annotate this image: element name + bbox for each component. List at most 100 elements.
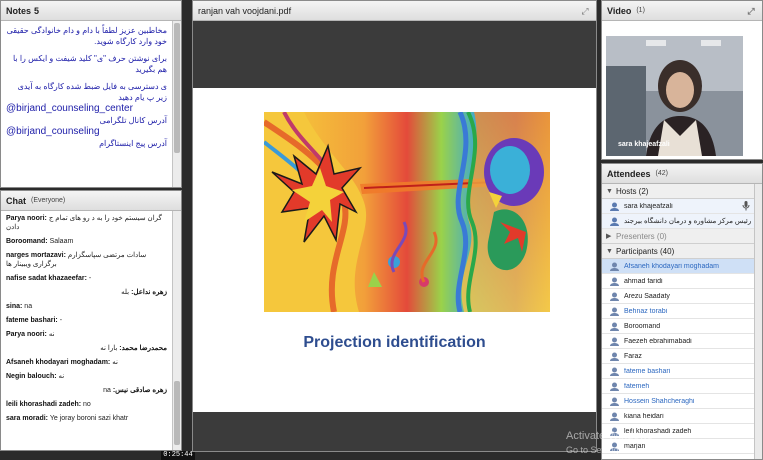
chat-sender: sina: <box>6 303 23 310</box>
participant-name: kiana heidari <box>624 412 664 420</box>
video-area: sara khajeafzali <box>602 22 762 159</box>
chat-sender: محمدرضا محمد: <box>119 345 167 352</box>
user-icon <box>610 307 619 316</box>
user-icon <box>610 337 619 346</box>
notes-scrollbar[interactable] <box>172 21 181 187</box>
participant-row[interactable]: Boroomand <box>602 319 754 334</box>
share-pod: ranjan vah voojdani.pdf ⤢ Projection ide… <box>192 0 597 452</box>
chat-sender: Parya noori: <box>6 215 47 222</box>
notes-line-3: ی دسترسی به فایل ضبط شده کارگاه به آیدی … <box>17 82 167 102</box>
chat-sender: Afsaneh khodayari moghadam: <box>6 359 111 366</box>
chat-text: بله <box>121 289 130 296</box>
chat-message: leili khorashadi zadeh: no <box>6 400 167 409</box>
host-row[interactable]: sara khajeafzali <box>602 199 754 214</box>
chat-message: fateme bashari: - <box>6 316 167 325</box>
user-icon <box>610 202 619 211</box>
chat-text: na <box>103 387 111 394</box>
user-icon <box>610 217 619 226</box>
host-name: رئیس مرکز مشاوره و درمان دانشگاه بیرجند <box>624 218 752 225</box>
participant-name: Behnaz torabi <box>624 307 668 315</box>
participant-name: Hossein Shahcheraghi <box>624 397 695 405</box>
chat-message: Parya noori: نه <box>6 330 167 339</box>
participant-row[interactable]: ahmad faridi <box>602 274 754 289</box>
user-icon <box>610 277 619 286</box>
participant-row[interactable]: fatemeh <box>602 379 754 394</box>
chat-message: Afsaneh khodayari moghadam: نه <box>6 358 167 367</box>
user-icon <box>610 382 619 391</box>
chat-text: no <box>83 401 91 408</box>
user-icon <box>610 292 619 301</box>
instagram-handle[interactable]: @birjand_counseling <box>6 126 167 138</box>
chat-text: Ye joray boroni sazi khatr <box>49 415 129 422</box>
notes-pod: Notes 5 مخاطبین عزیز لطفاً با دام و دام … <box>0 0 182 188</box>
chevron-right-icon: ▶ <box>606 233 612 240</box>
chat-sender: narges mortazavi: <box>6 252 66 259</box>
participant-row[interactable]: fateme bashari <box>602 364 754 379</box>
attendees-header: Attendees (42) <box>602 164 762 184</box>
chat-text: - <box>88 275 92 282</box>
chat-message: Parya noori: گران سیستم خود را به د رو ه… <box>6 214 167 232</box>
participant-name: Faraz <box>624 352 642 360</box>
chat-message: sara moradi: Ye joray boroni sazi khatr <box>6 414 167 423</box>
telegram-handle[interactable]: @birjand_counseling_center <box>6 103 167 115</box>
user-icon <box>610 322 619 331</box>
participant-row[interactable]: Faezeh ebrahimabadi <box>602 334 754 349</box>
chat-messages: Parya noori: گران سیستم خود را به د رو ه… <box>1 211 172 450</box>
presenter-name: sara khajeafzali <box>618 141 670 148</box>
chat-message: Negin balouch: نه <box>6 372 167 381</box>
attendees-count: (42) <box>655 170 668 177</box>
video-header: Video (1) ⤢ <box>602 1 762 21</box>
user-icon <box>610 367 619 376</box>
chat-title: Chat <box>6 195 26 206</box>
hosts-label: Hosts (2) <box>616 186 649 196</box>
activation-watermark-sub: Go to Settings to activate Windows. <box>566 445 709 455</box>
share-content: Projection identification <box>193 22 596 451</box>
attendees-scrollbar[interactable] <box>754 184 762 459</box>
participant-name: fatemeh <box>624 382 650 390</box>
participant-row[interactable]: Faraz <box>602 349 754 364</box>
chat-sender: زهره صادقی نیس: <box>112 387 167 394</box>
chat-pod: Chat (Everyone) Parya noori: گران سیستم … <box>0 190 182 451</box>
chevron-down-icon: ▼ <box>606 187 613 195</box>
chat-text: - <box>59 317 63 324</box>
chat-sender: Boroomand: <box>6 238 48 245</box>
share-header: ranjan vah voojdani.pdf ⤢ <box>193 1 596 21</box>
chat-sender: زهره نداعل: <box>131 289 167 296</box>
chat-text: na <box>24 303 33 310</box>
chat-message: Boroomand: Salaam <box>6 237 167 246</box>
fullscreen-icon[interactable]: ⤢ <box>745 5 757 17</box>
chat-header: Chat (Everyone) <box>1 191 181 211</box>
participant-row[interactable]: Afsaneh khodayari moghadam <box>602 259 754 274</box>
chat-sender: fateme bashari: <box>6 317 58 324</box>
chat-message: زهره نداعل: بله <box>6 288 167 297</box>
participant-row[interactable]: kiana heidari <box>602 409 754 424</box>
host-row[interactable]: رئیس مرکز مشاوره و درمان دانشگاه بیرجند <box>602 214 754 229</box>
participants-group[interactable]: ▼ Participants (40) <box>602 244 754 259</box>
participants-label: Participants (40) <box>616 246 675 256</box>
chat-message: sina: na <box>6 302 167 311</box>
chat-sender: leili khorashadi zadeh: <box>6 401 82 408</box>
hosts-group[interactable]: ▼ Hosts (2) <box>602 184 754 199</box>
chat-sender: Parya noori: <box>6 331 47 338</box>
presenter-webcam[interactable]: sara khajeafzali <box>606 36 743 156</box>
participant-name: Boroomand <box>624 322 661 330</box>
chat-text: نه <box>58 373 65 380</box>
user-icon <box>610 412 619 421</box>
attendees-pod: Attendees (42) ▼ Hosts (2) sara khajeafz… <box>601 163 763 460</box>
participant-name: ahmad faridi <box>624 277 663 285</box>
notes-title: Notes <box>6 5 32 16</box>
participant-row[interactable]: Arezu Saadaty <box>602 289 754 304</box>
participant-row[interactable]: Hossein Shahcheraghi <box>602 394 754 409</box>
chat-scope[interactable]: (Everyone) <box>31 197 65 204</box>
notes-line-1: مخاطبین عزیز لطفاً با دام و دام خانوادگی… <box>6 26 167 46</box>
video-title: Video <box>607 5 632 16</box>
chat-scrollbar[interactable] <box>172 211 181 450</box>
participant-name: Arezu Saadaty <box>624 292 670 300</box>
chat-message: زهره صادقی نیس: na <box>6 386 167 395</box>
participant-row[interactable]: Behnaz torabi <box>602 304 754 319</box>
fullscreen-icon[interactable]: ⤢ <box>579 5 591 17</box>
chat-sender: Negin balouch: <box>6 373 57 380</box>
participant-name: Afsaneh khodayari moghadam <box>624 262 719 270</box>
presenters-group[interactable]: ▶ Presenters (0) <box>602 229 754 244</box>
microphone-icon[interactable] <box>742 201 750 211</box>
